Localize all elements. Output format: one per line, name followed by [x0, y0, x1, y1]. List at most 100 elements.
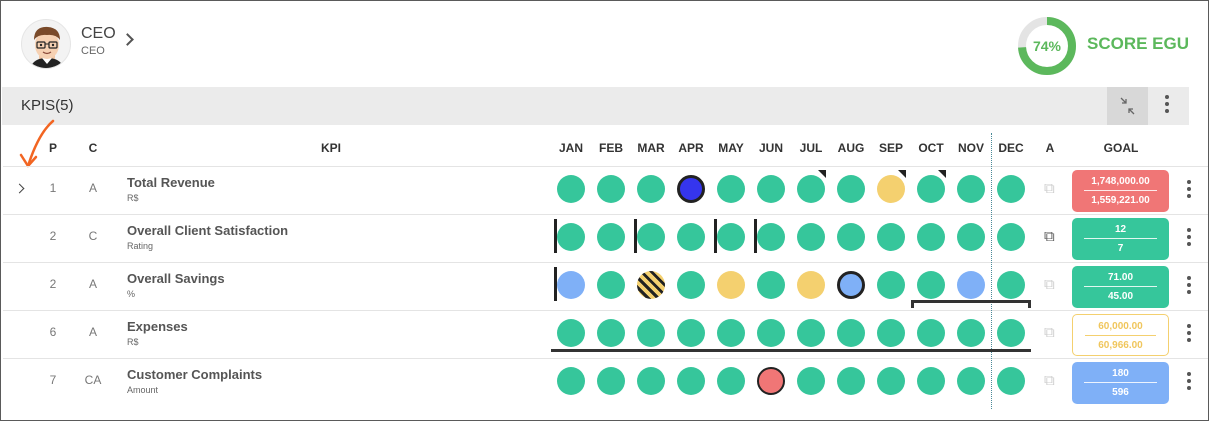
status-dot[interactable] [837, 223, 865, 251]
status-dot[interactable] [877, 319, 905, 347]
status-dot[interactable] [957, 223, 985, 251]
col-header-month[interactable]: APR [673, 141, 709, 155]
status-dot[interactable] [717, 271, 745, 299]
status-dot[interactable] [957, 271, 985, 299]
status-dot[interactable] [997, 367, 1025, 395]
collapse-button[interactable] [1107, 87, 1148, 125]
status-dot[interactable] [597, 271, 625, 299]
status-dot[interactable] [637, 367, 665, 395]
status-dot[interactable] [917, 271, 945, 299]
status-dot[interactable] [797, 319, 825, 347]
col-header-goal[interactable]: GOAL [1091, 141, 1151, 155]
status-dot[interactable] [997, 319, 1025, 347]
more-vertical-icon[interactable] [1187, 372, 1191, 390]
status-dot[interactable] [557, 271, 585, 299]
more-vertical-icon[interactable] [1165, 95, 1169, 117]
status-dot[interactable] [957, 367, 985, 395]
status-dot[interactable] [917, 319, 945, 347]
col-header-month[interactable]: JUL [793, 141, 829, 155]
status-dot[interactable] [917, 223, 945, 251]
status-dot[interactable] [997, 175, 1025, 203]
status-dot[interactable] [797, 175, 825, 203]
col-header-month[interactable]: AUG [833, 141, 869, 155]
kpi-name[interactable]: Overall Client Satisfaction [127, 223, 288, 238]
col-header-month[interactable]: SEP [873, 141, 909, 155]
status-dot[interactable] [877, 271, 905, 299]
chevron-right-icon[interactable] [121, 33, 134, 46]
status-dot[interactable] [637, 175, 665, 203]
status-dot[interactable] [797, 271, 825, 299]
paperclip-icon[interactable]: ⧉ [1044, 229, 1055, 245]
status-dot[interactable] [717, 367, 745, 395]
status-dot[interactable] [917, 367, 945, 395]
status-dot[interactable] [997, 271, 1025, 299]
status-dot[interactable] [757, 223, 785, 251]
more-vertical-icon[interactable] [1187, 324, 1191, 342]
status-dot[interactable] [797, 223, 825, 251]
status-dot[interactable] [837, 367, 865, 395]
col-header-month[interactable]: OCT [913, 141, 949, 155]
col-header-month[interactable]: DEC [993, 141, 1029, 155]
status-dot[interactable] [837, 271, 865, 299]
status-dot[interactable] [797, 367, 825, 395]
status-dot[interactable] [557, 175, 585, 203]
paperclip-icon[interactable]: ⧉ [1044, 373, 1055, 389]
status-dot[interactable] [597, 319, 625, 347]
status-dot[interactable] [757, 319, 785, 347]
status-dot[interactable] [717, 175, 745, 203]
kpi-name[interactable]: Total Revenue [127, 175, 215, 190]
status-dot[interactable] [837, 319, 865, 347]
status-dot[interactable] [997, 223, 1025, 251]
col-header-p[interactable]: P [43, 141, 63, 155]
col-header-month[interactable]: JUN [753, 141, 789, 155]
goal-badge[interactable]: 60,000.00 60,966.00 [1072, 314, 1169, 356]
user-avatar[interactable] [21, 19, 71, 69]
status-dot[interactable] [677, 271, 705, 299]
goal-badge[interactable]: 1,748,000.00 1,559,221.00 [1072, 170, 1169, 212]
paperclip-icon[interactable]: ⧉ [1044, 181, 1055, 197]
chevron-right-icon[interactable] [14, 183, 25, 194]
status-dot[interactable] [597, 175, 625, 203]
status-dot[interactable] [877, 223, 905, 251]
col-header-month[interactable]: MAY [713, 141, 749, 155]
status-dot[interactable] [717, 223, 745, 251]
kpi-name[interactable]: Customer Complaints [127, 367, 262, 382]
col-header-month[interactable]: JAN [553, 141, 589, 155]
status-dot[interactable] [757, 175, 785, 203]
more-vertical-icon[interactable] [1187, 180, 1191, 198]
col-header-a[interactable]: A [1040, 141, 1060, 155]
status-dot[interactable] [877, 367, 905, 395]
paperclip-icon[interactable]: ⧉ [1044, 277, 1055, 293]
more-vertical-icon[interactable] [1187, 276, 1191, 294]
more-vertical-icon[interactable] [1187, 228, 1191, 246]
status-dot[interactable] [677, 175, 705, 203]
kpi-name[interactable]: Overall Savings [127, 271, 225, 286]
status-dot[interactable] [677, 223, 705, 251]
kpi-name[interactable]: Expenses [127, 319, 188, 334]
status-dot[interactable] [677, 367, 705, 395]
col-header-month[interactable]: NOV [953, 141, 989, 155]
goal-badge[interactable]: 71.00 45.00 [1072, 266, 1169, 308]
status-dot[interactable] [597, 367, 625, 395]
status-dot[interactable] [877, 175, 905, 203]
status-dot[interactable] [557, 223, 585, 251]
status-dot[interactable] [957, 319, 985, 347]
status-dot[interactable] [957, 175, 985, 203]
col-header-kpi[interactable]: KPI [301, 141, 361, 155]
col-header-month[interactable]: MAR [633, 141, 669, 155]
status-dot[interactable] [917, 175, 945, 203]
paperclip-icon[interactable]: ⧉ [1044, 325, 1055, 341]
col-header-c[interactable]: C [83, 141, 103, 155]
status-dot[interactable] [757, 271, 785, 299]
status-dot[interactable] [637, 223, 665, 251]
status-dot[interactable] [557, 367, 585, 395]
status-dot[interactable] [757, 367, 785, 395]
status-dot[interactable] [677, 319, 705, 347]
status-dot[interactable] [597, 223, 625, 251]
status-dot[interactable] [717, 319, 745, 347]
status-dot[interactable] [557, 319, 585, 347]
goal-badge[interactable]: 180 596 [1072, 362, 1169, 404]
status-dot[interactable] [637, 319, 665, 347]
status-dot[interactable] [637, 271, 665, 299]
goal-badge[interactable]: 12 7 [1072, 218, 1169, 260]
